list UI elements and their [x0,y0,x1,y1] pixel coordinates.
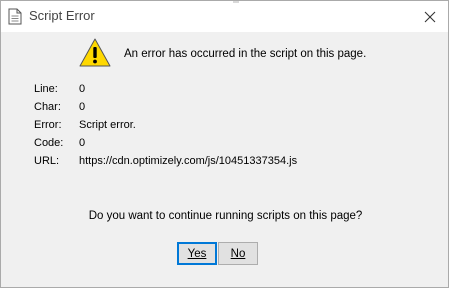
continue-question: Do you want to continue running scripts … [88,210,363,222]
document-icon [8,8,22,25]
url-label: URL: [34,155,60,167]
error-label: Error: [34,119,62,131]
yes-button[interactable]: Yes [177,242,217,265]
char-label: Char: [34,101,61,113]
line-value: 0 [79,83,86,95]
no-button[interactable]: No [218,242,258,265]
code-label: Code: [34,137,64,149]
warning-icon [79,38,111,67]
close-button[interactable] [412,1,448,32]
url-value: https://cdn.optimizely.com/js/1045133735… [79,155,298,167]
window-title: Script Error [29,8,95,23]
error-message: An error has occurred in the script on t… [124,48,367,60]
close-icon [424,11,436,22]
line-label: Line: [34,83,58,95]
char-value: 0 [79,101,86,113]
window-edge-mark [233,1,239,3]
title-bar[interactable]: Script Error [1,1,448,32]
code-value: 0 [79,137,86,149]
script-error-dialog: Script Error An error has occurred in th… [0,0,449,288]
error-value: Script error. [79,119,136,131]
